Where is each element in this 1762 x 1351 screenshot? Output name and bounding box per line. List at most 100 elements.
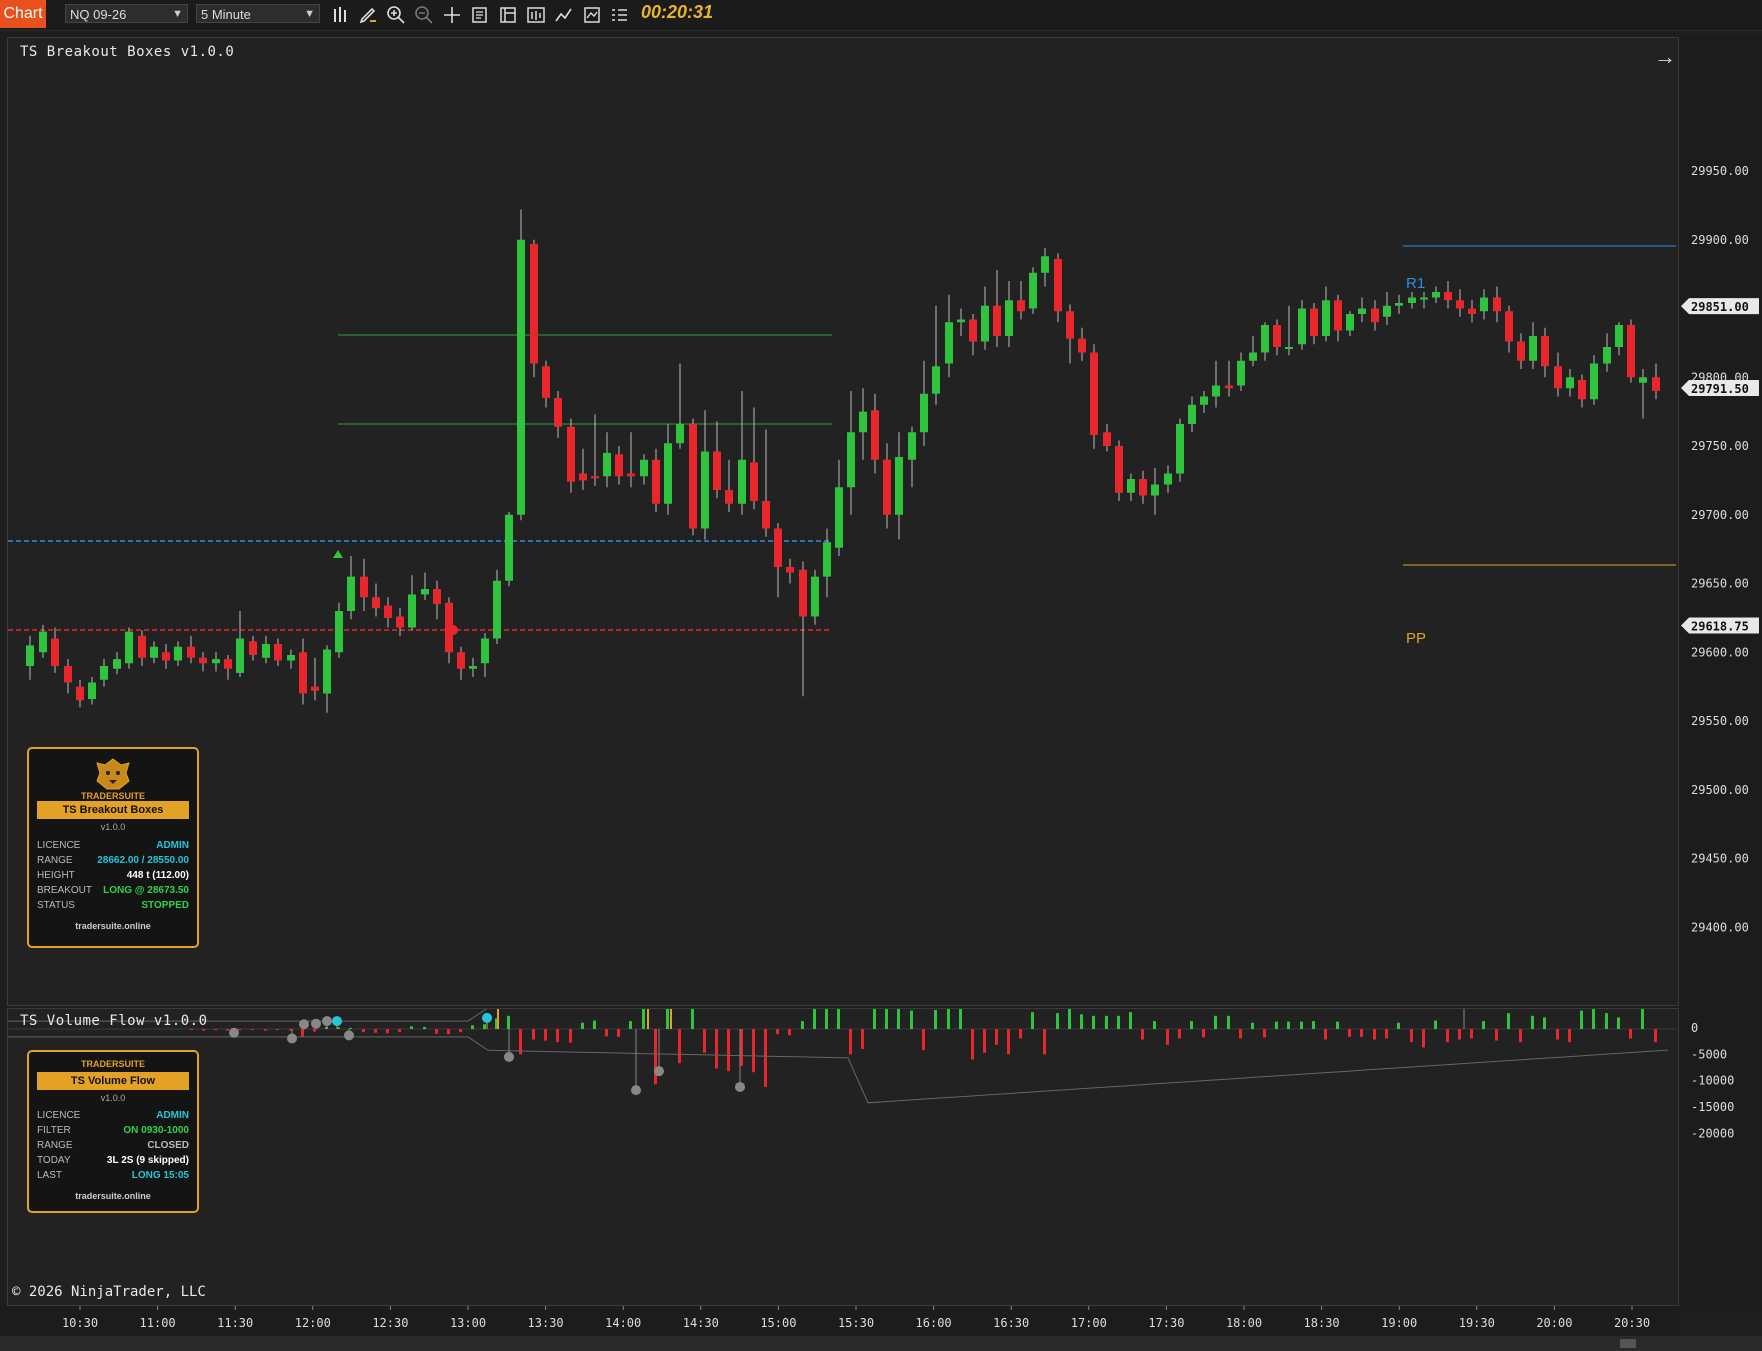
volume-flow-chart[interactable] [8,1009,1678,1305]
candle-body [88,682,96,699]
candle-body [1151,484,1159,496]
crosshair-icon[interactable] [441,4,463,26]
volume-bar [825,1009,828,1029]
price-flag-label: 29791.50 [1691,382,1749,396]
candle-body [554,397,562,427]
row-value: LONG 15:05 [131,1170,189,1181]
volume-bar [1153,1021,1156,1029]
horizontal-scrollbar[interactable] [0,1336,1762,1351]
time-tick-label: 12:30 [372,1316,408,1330]
price-tick-label: 29900.00 [1691,233,1749,247]
candle-body [945,322,953,364]
volume-bar [544,1029,547,1041]
signal-dot [332,1016,342,1027]
volume-bar [1007,1029,1010,1055]
candle-body [738,459,746,504]
candle-body [113,659,121,669]
candle-body [1200,396,1208,405]
signal-dot [631,1085,641,1096]
chart-tab[interactable]: Chart [0,0,46,28]
volume-bar [1543,1017,1546,1029]
volume-bar [642,1009,645,1029]
candle-body [1212,385,1220,397]
volume-bar [678,1029,681,1064]
instrument-selector[interactable]: NQ 09-26 ▼ [65,4,188,23]
price-chart[interactable] [8,38,1678,1005]
volume-bar [569,1029,572,1043]
row-key: HEIGHT [37,870,75,881]
candle-body [1615,325,1623,347]
price-panel-title: TS Breakout Boxes v1.0.0 [20,44,235,60]
volume-bar [1446,1029,1449,1043]
volume-bar [1495,1029,1498,1041]
row-key: LICENCE [37,840,81,851]
volume-bar [703,1029,706,1053]
candle-body [1041,256,1049,273]
breakout-info-box: TRADERSUITE TS Breakout Boxes v1.0.0 LIC… [27,747,199,948]
row-key: LICENCE [37,1110,81,1121]
volume-bar [715,1029,718,1069]
signal-dot [229,1027,239,1038]
signal-dot [735,1081,745,1092]
volume-bar [1507,1013,1510,1029]
candle-body [1066,311,1074,339]
candle-body [835,487,843,548]
time-axis[interactable]: 10:30 11:00 11:30 12:00 12:30 13:00 13:30 14:00… [0,1306,1679,1336]
time-tick-label: 19:00 [1381,1316,1417,1330]
row-key: FILTER [37,1125,71,1136]
time-tick-label: 13:30 [528,1316,564,1330]
volume-bar [1202,1029,1205,1038]
time-tick-label: 20:00 [1536,1316,1572,1330]
candle-body [1505,311,1513,342]
r1-label: R1 [1406,275,1426,292]
price-tick-label: 29400.00 [1691,920,1749,934]
indicators-icon[interactable] [581,4,603,26]
candle-body [125,631,133,664]
price-axis[interactable]: 29950.00 29900.00 29851.00 29800.00 29791.50… [1679,37,1762,1006]
candle-body [384,605,392,618]
scrollbar-thumb[interactable] [1620,1339,1636,1348]
bar-style-icon[interactable] [330,4,352,26]
volume-axis[interactable]: 20000150001000050000-5000-10000-15000-20… [1679,916,1762,1306]
candle-body [1493,297,1501,312]
candle-body [664,443,672,504]
templates-icon[interactable] [497,4,519,26]
candle-body [1322,300,1330,336]
candle-body [920,393,928,433]
volume-bar [629,1021,632,1029]
candle-body [567,426,575,482]
volume-bar [1239,1029,1242,1039]
strategies-icon[interactable] [553,4,575,26]
candle-body [1078,338,1086,353]
time-tick-label: 11:00 [140,1316,176,1330]
zoom-in-icon[interactable] [385,4,407,26]
price-tick-label: 29950.00 [1691,164,1749,178]
volume-panel[interactable]: TS Volume Flow v1.0.0 [7,1008,1679,1306]
drawing-tool-icon[interactable] [357,4,379,26]
candle-body [224,659,232,669]
infobox-version: v1.0.0 [100,1093,126,1103]
volume-bar [885,1009,888,1029]
candle-body [1371,308,1379,323]
volume-bar [1336,1021,1339,1029]
price-tick-label: 29450.00 [1691,852,1749,866]
price-tick-label: 29600.00 [1691,645,1749,659]
data-box-icon[interactable] [469,4,491,26]
volume-bar [447,1029,450,1035]
price-axis-labels: 29950.0029900.0029851.0029800.0029791.50… [1681,164,1759,934]
volume-bar [1592,1009,1595,1029]
candle-body [396,616,404,628]
chart-trader-icon[interactable] [525,4,547,26]
arrow-right-icon[interactable]: → [1654,44,1676,70]
candle-body [174,646,182,661]
properties-icon[interactable] [608,4,630,26]
candle-body [993,305,1001,336]
candle-body [615,454,623,477]
time-tick-label: 10:30 [62,1316,98,1330]
volume-bar [1190,1021,1193,1029]
interval-selector[interactable]: 5 Minute ▼ [196,4,320,23]
zoom-out-icon[interactable] [413,4,435,26]
price-panel[interactable]: TS Breakout Boxes v1.0.0 → R1 PP [7,37,1679,1006]
volume-bar [1263,1029,1266,1038]
candle-body [1468,308,1476,314]
